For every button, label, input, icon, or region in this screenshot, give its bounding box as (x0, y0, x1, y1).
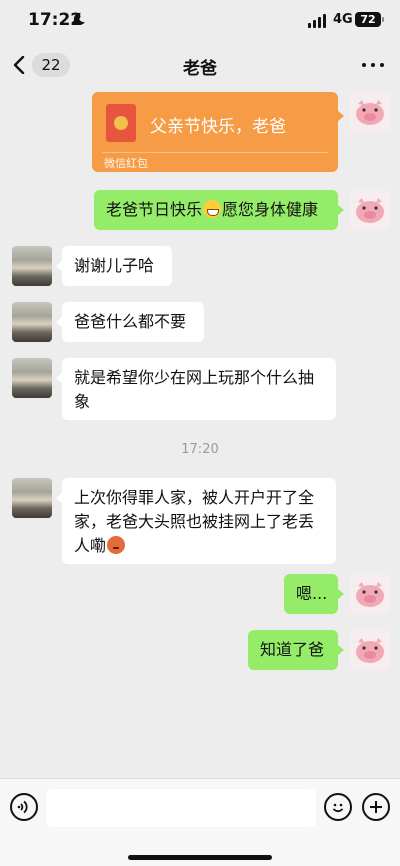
battery-level: 72 (360, 13, 376, 26)
plus-icon (370, 801, 382, 813)
red-packet-title: 父亲节快乐，老爸 (150, 117, 286, 137)
message-text: 谢谢儿子哈 (74, 256, 155, 275)
more-functions-button[interactable] (362, 793, 390, 821)
emoji-icon (332, 803, 344, 813)
message-line: 上次你得罪人家，被人开户开了全 (74, 488, 315, 507)
time-separator: 17:20 (181, 442, 219, 457)
network-type: 4G (333, 12, 353, 27)
message-line: 象 (74, 392, 91, 411)
my-avatar[interactable] (350, 574, 390, 614)
unread-count-badge: 22 (32, 53, 70, 77)
my-avatar[interactable] (350, 630, 390, 670)
red-packet-divider (102, 152, 328, 153)
pig-avatar-icon (350, 630, 390, 670)
contact-avatar[interactable] (12, 358, 52, 398)
message-text: 爸爸什么都不要 (74, 312, 187, 331)
voice-icon (17, 800, 28, 814)
back-chevron-icon (13, 56, 25, 74)
status-bar: 17:22 4G 72 (0, 0, 400, 42)
more-button[interactable] (358, 54, 388, 74)
voice-button[interactable] (10, 793, 38, 821)
message-line: 人嘞 (74, 536, 107, 555)
message-input[interactable] (46, 789, 316, 827)
red-packet-label: 微信红包 (104, 157, 148, 170)
message-bubble-sent[interactable]: 知道了爸 (248, 630, 344, 670)
message-bubble-received[interactable]: 谢谢儿子哈 (56, 246, 172, 286)
red-packet-icon (106, 104, 136, 142)
contact-avatar[interactable] (12, 478, 52, 518)
emoji-button[interactable] (324, 793, 352, 821)
message-bubble-received[interactable]: 就是希望你少在网上玩那个什么抽 象 (56, 358, 336, 420)
message-line: 就是希望你少在网上玩那个什么抽 (74, 368, 315, 387)
message-bubble-received[interactable]: 爸爸什么都不要 (56, 302, 204, 342)
message-bubble-sent[interactable]: 嗯... (284, 574, 344, 614)
pig-avatar-icon (350, 190, 390, 230)
battery-icon: 72 (355, 12, 384, 27)
message-input-bar (0, 778, 400, 866)
moon-icon (73, 12, 85, 25)
my-avatar[interactable] (350, 190, 390, 230)
home-indicator (128, 855, 272, 860)
back-button[interactable]: 22 (10, 52, 70, 78)
message-bubble-sent[interactable]: 老爸节日快乐 愿您身体健康 (94, 190, 344, 230)
contact-avatar[interactable] (12, 246, 52, 286)
angry-emoji-icon (107, 536, 126, 554)
message-text: 知道了爸 (260, 640, 325, 659)
pig-avatar-icon (350, 574, 390, 614)
red-packet-message[interactable]: 父亲节快乐，老爸 微信红包 (92, 92, 344, 172)
signal-icon (308, 14, 328, 28)
message-text-part: 老爸节日快乐 (106, 200, 203, 219)
chat-header: 22 老爸 (0, 42, 400, 88)
chat-title: 老爸 (183, 59, 217, 79)
pig-avatar-icon (350, 92, 390, 132)
message-text: 嗯... (296, 584, 328, 603)
message-text-part: 愿您身体健康 (222, 200, 319, 219)
message-line: 家，老爸大头照也被挂网上了老丢 (74, 512, 315, 531)
message-bubble-received[interactable]: 上次你得罪人家，被人开户开了全 家，老爸大头照也被挂网上了老丢 人嘞 (56, 478, 336, 564)
contact-avatar[interactable] (12, 302, 52, 342)
my-avatar[interactable] (350, 92, 390, 132)
grinning-emoji-icon (203, 200, 222, 218)
